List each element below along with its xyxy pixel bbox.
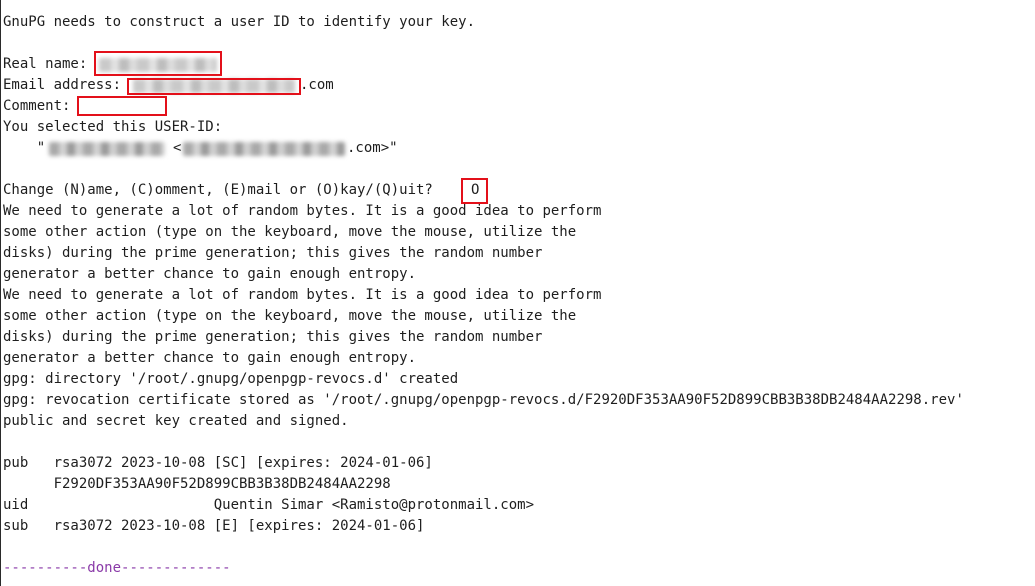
- real-name-label: Real name:: [3, 56, 96, 72]
- userid-suffix: .com>": [347, 140, 398, 156]
- done-dashes-left: ----------: [3, 560, 88, 576]
- uid-line: uid Quentin Simar <Ramisto@protonmail.co…: [3, 497, 535, 513]
- userid-email-open: <: [173, 140, 182, 156]
- done-word: done: [87, 560, 122, 576]
- change-prompt: Change (N)ame, (C)omment, (E)mail or (O)…: [3, 182, 442, 198]
- fingerprint-line: F2920DF353AA90F52D899CBB3B38DB2484AA2298: [3, 476, 391, 492]
- entropy-line: generator a better chance to gain enough…: [3, 266, 417, 282]
- comment-label: Comment:: [3, 98, 79, 114]
- intro-line: GnuPG needs to construct a user ID to id…: [3, 14, 476, 30]
- email-suffix: .com: [300, 77, 334, 93]
- email-address-label: Email address:: [3, 77, 130, 93]
- key-created-line: public and secret key created and signed…: [3, 413, 349, 429]
- userid-quote-open: ": [3, 140, 46, 156]
- entropy-line: generator a better chance to gain enough…: [3, 350, 417, 366]
- entropy-line: disks) during the prime generation; this…: [3, 329, 543, 345]
- pub-key-line: pub rsa3072 2023-10-08 [SC] [expires: 20…: [3, 455, 433, 471]
- gpg-revocation-line: gpg: revocation certificate stored as '/…: [3, 392, 964, 408]
- entropy-line: We need to generate a lot of random byte…: [3, 203, 602, 219]
- entropy-line: some other action (type on the keyboard,…: [3, 308, 577, 324]
- selected-userid-label: You selected this USER-ID:: [3, 119, 223, 135]
- gpg-directory-line: gpg: directory '/root/.gnupg/openpgp-rev…: [3, 371, 459, 387]
- real-name-highlight: [94, 51, 222, 76]
- done-separator: ----------done-------------: [3, 558, 231, 579]
- userid-email-redacted: [183, 142, 345, 156]
- comment-highlight: [77, 96, 167, 116]
- userid-name-redacted: [49, 142, 165, 156]
- done-dashes-right: -------------: [121, 560, 231, 576]
- entropy-line: disks) during the prime generation; this…: [3, 245, 543, 261]
- entropy-line: some other action (type on the keyboard,…: [3, 224, 577, 240]
- entropy-line: We need to generate a lot of random byte…: [3, 287, 602, 303]
- terminal-window[interactable]: GnuPG needs to construct a user ID to id…: [0, 0, 1035, 586]
- sub-key-line: sub rsa3072 2023-10-08 [E] [expires: 202…: [3, 518, 425, 534]
- email-highlight: [127, 78, 301, 95]
